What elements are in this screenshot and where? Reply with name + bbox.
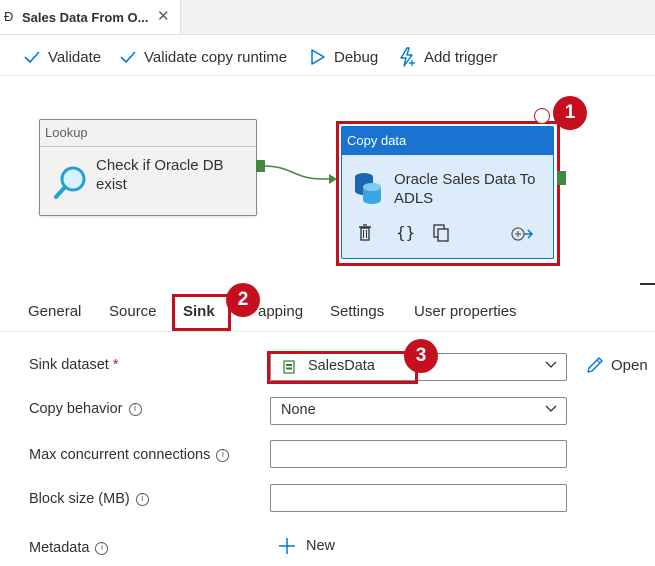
validate-runtime-button[interactable]: Validate copy runtime — [120, 47, 287, 67]
lookup-activity[interactable]: Lookup Check if Oracle DB exist — [39, 119, 257, 216]
copy-behavior-label-text: Copy behavior — [29, 401, 123, 417]
property-tabs: General Source Sink apping Settings User… — [0, 285, 655, 332]
info-icon[interactable]: i — [216, 449, 230, 462]
chevron-down-icon — [545, 405, 557, 412]
metadata-label: Metadata i — [29, 540, 109, 556]
lookup-activity-name: Check if Oracle DB exist — [96, 156, 224, 194]
block-size-label: Block size (MB) i — [29, 491, 149, 507]
copy-behavior-select[interactable]: None — [270, 397, 567, 425]
callout-badge-2: 2 — [226, 283, 260, 317]
copy-behavior-value: None — [281, 402, 316, 418]
info-icon[interactable]: i — [135, 493, 149, 506]
clone-icon[interactable] — [433, 224, 451, 242]
pipeline-icon: Ɖ — [4, 9, 14, 24]
callout-badge-3: 3 — [404, 339, 438, 373]
block-size-label-text: Block size (MB) — [29, 491, 130, 507]
open-dataset-button[interactable]: Open — [585, 355, 648, 375]
copy-title-line1: Oracle Sales Data To — [394, 171, 536, 188]
search-icon — [54, 166, 86, 199]
tab-bar: Ɖ Sales Data From O... ✕ — [0, 0, 655, 35]
activity-marker-circle — [534, 108, 550, 124]
lookup-activity-type: Lookup — [40, 120, 256, 147]
validate-button[interactable]: Validate — [24, 47, 101, 67]
max-connections-input[interactable] — [270, 440, 567, 468]
tab-user-properties[interactable]: User properties — [414, 303, 517, 320]
required-mark: * — [112, 357, 119, 373]
pipeline-tab[interactable]: Ɖ Sales Data From O... ✕ — [0, 0, 181, 34]
add-trigger-button[interactable]: Add trigger — [398, 47, 497, 67]
close-icon[interactable]: ✕ — [157, 7, 170, 25]
edit-pencil-icon — [587, 357, 603, 373]
code-icon[interactable]: {} — [396, 223, 415, 242]
tab-general[interactable]: General — [28, 303, 81, 320]
lookup-title-line1: Check if Oracle DB — [96, 157, 224, 174]
check-icon — [24, 51, 40, 64]
new-label: New — [306, 538, 336, 554]
trigger-bolt-icon — [400, 47, 415, 67]
block-size-input[interactable] — [270, 484, 567, 512]
add-trigger-label: Add trigger — [424, 48, 498, 66]
open-label: Open — [611, 356, 648, 374]
info-icon[interactable]: i — [128, 403, 142, 416]
metadata-label-text: Metadata — [29, 540, 90, 556]
plus-icon — [279, 538, 295, 554]
sink-dataset-label-text: Sink dataset — [29, 357, 109, 373]
tab-source[interactable]: Source — [109, 303, 157, 320]
tab-mapping[interactable]: apping — [258, 303, 303, 320]
copy-data-activity[interactable]: Copy data Oracle Sales Data To ADLS {} — [341, 126, 554, 259]
delete-icon[interactable] — [357, 224, 373, 242]
dependency-connector[interactable] — [263, 156, 343, 186]
callout-badge-1: 1 — [553, 96, 587, 130]
database-icon — [355, 173, 381, 204]
pipeline-tab-title: Sales Data From O... — [22, 10, 149, 25]
pipeline-toolbar: Validate Validate copy runtime Debug Add… — [0, 35, 655, 76]
add-output-icon[interactable] — [510, 226, 534, 242]
sink-tab-highlight — [172, 294, 231, 331]
copy-title-line2: ADLS — [394, 190, 434, 207]
debug-button[interactable]: Debug — [310, 47, 378, 67]
copy-behavior-label: Copy behavior i — [29, 401, 142, 417]
lookup-title-line2: exist — [96, 176, 127, 193]
copy-activity-type: Copy data — [342, 127, 553, 155]
pipeline-canvas[interactable]: Lookup Check if Oracle DB exist Copy dat… — [0, 76, 655, 284]
add-metadata-button[interactable]: New — [278, 537, 335, 555]
tab-settings[interactable]: Settings — [330, 303, 384, 320]
validate-label: Validate — [48, 48, 102, 66]
info-icon[interactable]: i — [95, 542, 109, 555]
copy-activity-name: Oracle Sales Data To ADLS — [394, 170, 535, 208]
validate-runtime-label: Validate copy runtime — [144, 48, 288, 66]
check-icon — [120, 51, 136, 64]
sink-dataset-highlight — [267, 351, 418, 384]
sink-dataset-label: Sink dataset * — [29, 357, 119, 373]
copy-success-port[interactable] — [557, 171, 566, 185]
max-connections-label-text: Max concurrent connections — [29, 447, 211, 463]
play-icon — [311, 49, 325, 65]
chevron-down-icon — [545, 361, 557, 368]
max-connections-label: Max concurrent connections i — [29, 447, 230, 463]
debug-label: Debug — [334, 48, 379, 66]
